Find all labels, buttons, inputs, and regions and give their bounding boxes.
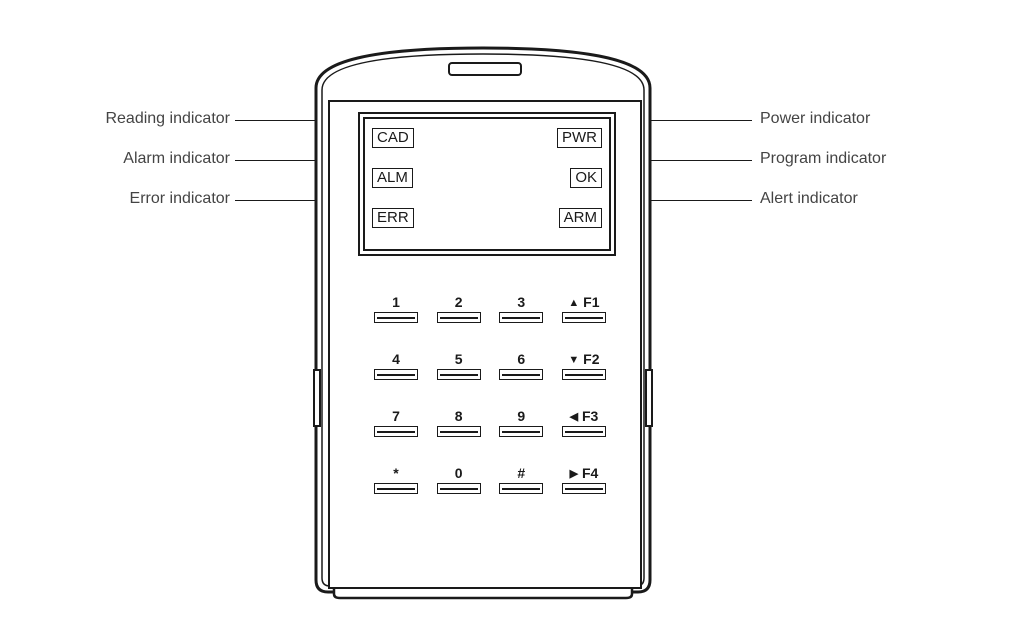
arrow-icon: ▶ xyxy=(570,466,578,482)
key-button[interactable] xyxy=(437,312,481,323)
key-button[interactable] xyxy=(437,426,481,437)
keypad-row: 4 5 6 ▼ F2 xyxy=(374,351,606,380)
key-label: 4 xyxy=(392,351,400,367)
key-label: 1 xyxy=(392,294,400,310)
key-3[interactable]: 3 xyxy=(499,294,543,323)
callout-program-indicator: Program indicator xyxy=(760,150,886,168)
arrow-icon: ◀ xyxy=(570,409,578,425)
key-label: ▶ F4 xyxy=(570,465,599,481)
key-label: ▼ F2 xyxy=(568,351,599,367)
key-6[interactable]: 6 xyxy=(499,351,543,380)
key-label: 3 xyxy=(517,294,525,310)
key-label: ▲ F1 xyxy=(568,294,599,310)
key-button[interactable] xyxy=(374,426,418,437)
indicator-arm: ARM xyxy=(559,208,602,228)
key-5[interactable]: 5 xyxy=(437,351,481,380)
key-label: # xyxy=(517,465,525,481)
key-button[interactable] xyxy=(499,312,543,323)
speaker-slot xyxy=(448,62,522,76)
arrow-icon: ▲ xyxy=(568,295,579,311)
key-button[interactable] xyxy=(499,369,543,380)
keypad-row: 1 2 3 ▲ F1 xyxy=(374,294,606,323)
inner-panel: CAD ALM ERR PWR OK ARM 1 2 3 ▲ F1 4 5 6 ▼ F2 7 8 9… xyxy=(328,100,642,589)
keypad-row: 7 8 9 ◀ F3 xyxy=(374,408,606,437)
key-label: 5 xyxy=(455,351,463,367)
key-f3[interactable]: ◀ F3 xyxy=(562,408,606,437)
key-2[interactable]: 2 xyxy=(437,294,481,323)
key-label: ◀ F3 xyxy=(570,408,599,424)
key-0[interactable]: 0 xyxy=(437,465,481,494)
key-4[interactable]: 4 xyxy=(374,351,418,380)
key-button[interactable] xyxy=(562,369,606,380)
key-1[interactable]: 1 xyxy=(374,294,418,323)
key-button[interactable] xyxy=(562,312,606,323)
indicator-ok: OK xyxy=(570,168,602,188)
key-button[interactable] xyxy=(437,369,481,380)
indicator-alm: ALM xyxy=(372,168,413,188)
keypad: 1 2 3 ▲ F1 4 5 6 ▼ F2 7 8 9 ◀ F3 * 0 # ▶ F4 xyxy=(374,294,606,522)
key-#[interactable]: # xyxy=(499,465,543,494)
callout-alarm-indicator: Alarm indicator xyxy=(90,150,230,168)
keypad-row: * 0 # ▶ F4 xyxy=(374,465,606,494)
key-label: 7 xyxy=(392,408,400,424)
key-label: 2 xyxy=(455,294,463,310)
indicator-err: ERR xyxy=(372,208,414,228)
indicator-cad: CAD xyxy=(372,128,414,148)
key-button[interactable] xyxy=(437,483,481,494)
key-label: 0 xyxy=(455,465,463,481)
key-label: 6 xyxy=(517,351,525,367)
key-label: 9 xyxy=(517,408,525,424)
key-button[interactable] xyxy=(562,426,606,437)
screen: CAD ALM ERR PWR OK ARM xyxy=(370,124,604,244)
callout-error-indicator: Error indicator xyxy=(90,190,230,208)
callout-alert-indicator: Alert indicator xyxy=(760,190,858,208)
key-f1[interactable]: ▲ F1 xyxy=(562,294,606,323)
key-f2[interactable]: ▼ F2 xyxy=(562,351,606,380)
callout-power-indicator: Power indicator xyxy=(760,110,870,128)
key-button[interactable] xyxy=(562,483,606,494)
key-button[interactable] xyxy=(499,483,543,494)
screen-frame: CAD ALM ERR PWR OK ARM xyxy=(358,112,616,256)
key-*[interactable]: * xyxy=(374,465,418,494)
arrow-icon: ▼ xyxy=(568,352,579,368)
key-button[interactable] xyxy=(374,369,418,380)
key-f4[interactable]: ▶ F4 xyxy=(562,465,606,494)
device: CAD ALM ERR PWR OK ARM 1 2 3 ▲ F1 4 5 6 ▼ F2 7 8 9… xyxy=(308,40,658,600)
key-label: 8 xyxy=(455,408,463,424)
key-8[interactable]: 8 xyxy=(437,408,481,437)
indicator-pwr: PWR xyxy=(557,128,602,148)
key-button[interactable] xyxy=(374,312,418,323)
callout-reading-indicator: Reading indicator xyxy=(90,110,230,128)
key-7[interactable]: 7 xyxy=(374,408,418,437)
key-button[interactable] xyxy=(499,426,543,437)
key-label: * xyxy=(393,465,398,481)
key-9[interactable]: 9 xyxy=(499,408,543,437)
key-button[interactable] xyxy=(374,483,418,494)
